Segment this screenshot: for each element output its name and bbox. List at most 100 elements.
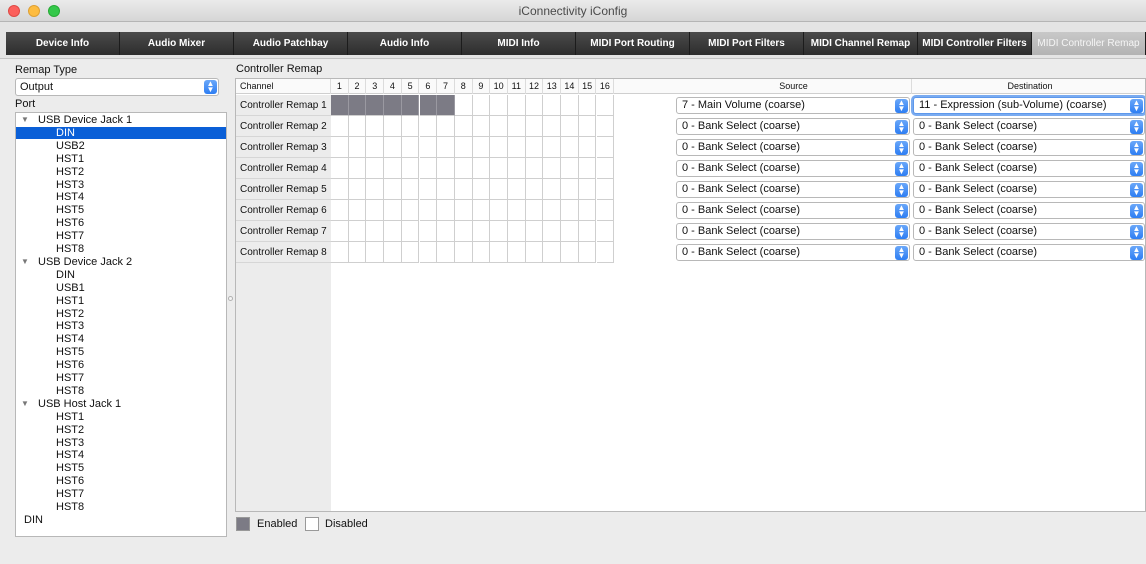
- channel-toggle[interactable]: [596, 179, 615, 200]
- channel-toggle[interactable]: [454, 179, 473, 200]
- destination-controller-select[interactable]: 0 - Bank Select (coarse) ▲ ▼: [913, 118, 1145, 135]
- tree-item[interactable]: HST8: [16, 501, 226, 513]
- channel-toggle[interactable]: [384, 179, 402, 200]
- channel-toggle[interactable]: [454, 242, 473, 263]
- channel-toggle[interactable]: [543, 179, 562, 200]
- tree-item[interactable]: HST4: [16, 333, 226, 345]
- tree-item[interactable]: DIN: [16, 269, 226, 281]
- channel-toggle[interactable]: [490, 200, 508, 221]
- channel-toggle[interactable]: [454, 200, 473, 221]
- channel-toggle[interactable]: [401, 242, 420, 263]
- tree-item[interactable]: HST3: [16, 320, 226, 332]
- source-controller-select[interactable]: 0 - Bank Select (coarse) ▲ ▼: [676, 181, 910, 198]
- tree-item[interactable]: HST8: [16, 243, 226, 255]
- channel-toggle[interactable]: [508, 116, 526, 137]
- channel-toggle[interactable]: [384, 242, 402, 263]
- tree-item[interactable]: HST6: [16, 475, 226, 487]
- channel-toggle[interactable]: [437, 95, 455, 116]
- destination-controller-select[interactable]: 0 - Bank Select (coarse) ▲ ▼: [913, 160, 1145, 177]
- tree-item[interactable]: HST7: [16, 230, 226, 242]
- channel-toggle[interactable]: [348, 221, 367, 242]
- channel-toggle[interactable]: [401, 221, 420, 242]
- tree-item[interactable]: USB1: [16, 282, 226, 294]
- disclosure-triangle-icon[interactable]: ▼: [21, 114, 29, 126]
- channel-toggle[interactable]: [578, 137, 597, 158]
- channel-toggle[interactable]: [366, 137, 385, 158]
- channel-toggle[interactable]: [508, 95, 526, 116]
- tree-item[interactable]: HST5: [16, 462, 226, 474]
- tree-item[interactable]: HST6: [16, 217, 226, 229]
- destination-controller-select[interactable]: 0 - Bank Select (coarse) ▲ ▼: [913, 244, 1145, 261]
- tree-item[interactable]: HST3: [16, 437, 226, 449]
- tree-item[interactable]: HST7: [16, 488, 226, 500]
- tree-item[interactable]: HST7: [16, 372, 226, 384]
- channel-toggle[interactable]: [508, 200, 526, 221]
- channel-toggle[interactable]: [437, 179, 455, 200]
- channel-toggle[interactable]: [596, 158, 615, 179]
- channel-toggle[interactable]: [366, 200, 385, 221]
- source-controller-select[interactable]: 0 - Bank Select (coarse) ▲ ▼: [676, 118, 910, 135]
- channel-toggle[interactable]: [472, 95, 491, 116]
- channel-toggle[interactable]: [348, 95, 367, 116]
- channel-toggle[interactable]: [561, 95, 579, 116]
- channel-toggle[interactable]: [419, 116, 438, 137]
- channel-toggle[interactable]: [508, 179, 526, 200]
- destination-controller-select[interactable]: 11 - Expression (sub-Volume) (coarse) ▲ ▼: [913, 97, 1145, 114]
- channel-toggle[interactable]: [578, 95, 597, 116]
- channel-toggle[interactable]: [366, 116, 385, 137]
- channel-toggle[interactable]: [454, 158, 473, 179]
- channel-toggle[interactable]: [437, 137, 455, 158]
- channel-toggle[interactable]: [525, 116, 544, 137]
- channel-toggle[interactable]: [472, 137, 491, 158]
- channel-toggle[interactable]: [490, 116, 508, 137]
- destination-controller-select[interactable]: 0 - Bank Select (coarse) ▲ ▼: [913, 181, 1145, 198]
- channel-toggle[interactable]: [331, 200, 349, 221]
- channel-toggle[interactable]: [543, 137, 562, 158]
- channel-toggle[interactable]: [578, 116, 597, 137]
- source-controller-select[interactable]: 0 - Bank Select (coarse) ▲ ▼: [676, 223, 910, 240]
- tree-item[interactable]: HST1: [16, 153, 226, 165]
- tree-group[interactable]: ▼ USB Device Jack 2: [16, 256, 226, 268]
- tree-item[interactable]: HST2: [16, 308, 226, 320]
- channel-toggle[interactable]: [561, 242, 579, 263]
- channel-toggle[interactable]: [561, 221, 579, 242]
- tree-item[interactable]: HST8: [16, 385, 226, 397]
- channel-toggle[interactable]: [419, 200, 438, 221]
- tree-item[interactable]: HST2: [16, 166, 226, 178]
- channel-toggle[interactable]: [401, 158, 420, 179]
- tab-midi-controller-remap[interactable]: MIDI Controller Remap: [1032, 32, 1146, 55]
- channel-toggle[interactable]: [419, 179, 438, 200]
- channel-toggle[interactable]: [348, 179, 367, 200]
- channel-toggle[interactable]: [543, 158, 562, 179]
- channel-toggle[interactable]: [508, 158, 526, 179]
- channel-toggle[interactable]: [578, 200, 597, 221]
- channel-toggle[interactable]: [525, 137, 544, 158]
- tree-item[interactable]: USB2: [16, 140, 226, 152]
- channel-toggle[interactable]: [348, 242, 367, 263]
- channel-toggle[interactable]: [348, 116, 367, 137]
- channel-toggle[interactable]: [419, 221, 438, 242]
- channel-toggle[interactable]: [366, 179, 385, 200]
- channel-toggle[interactable]: [472, 200, 491, 221]
- channel-toggle[interactable]: [508, 221, 526, 242]
- channel-toggle[interactable]: [596, 242, 615, 263]
- tree-item[interactable]: HST3: [16, 179, 226, 191]
- channel-toggle[interactable]: [561, 200, 579, 221]
- channel-toggle[interactable]: [472, 242, 491, 263]
- channel-toggle[interactable]: [525, 221, 544, 242]
- tree-item[interactable]: HST5: [16, 204, 226, 216]
- tree-item[interactable]: HST4: [16, 191, 226, 203]
- channel-toggle[interactable]: [419, 158, 438, 179]
- channel-toggle[interactable]: [472, 221, 491, 242]
- tree-item[interactable]: HST6: [16, 359, 226, 371]
- channel-toggle[interactable]: [401, 200, 420, 221]
- channel-toggle[interactable]: [543, 95, 562, 116]
- channel-toggle[interactable]: [490, 242, 508, 263]
- channel-toggle[interactable]: [331, 158, 349, 179]
- channel-toggle[interactable]: [419, 137, 438, 158]
- channel-toggle[interactable]: [331, 221, 349, 242]
- channel-toggle[interactable]: [384, 221, 402, 242]
- channel-toggle[interactable]: [525, 158, 544, 179]
- port-tree[interactable]: ▼ USB Device Jack 1 DIN USB2 HST1 HST2 HST3 HST…: [15, 112, 227, 537]
- channel-toggle[interactable]: [472, 179, 491, 200]
